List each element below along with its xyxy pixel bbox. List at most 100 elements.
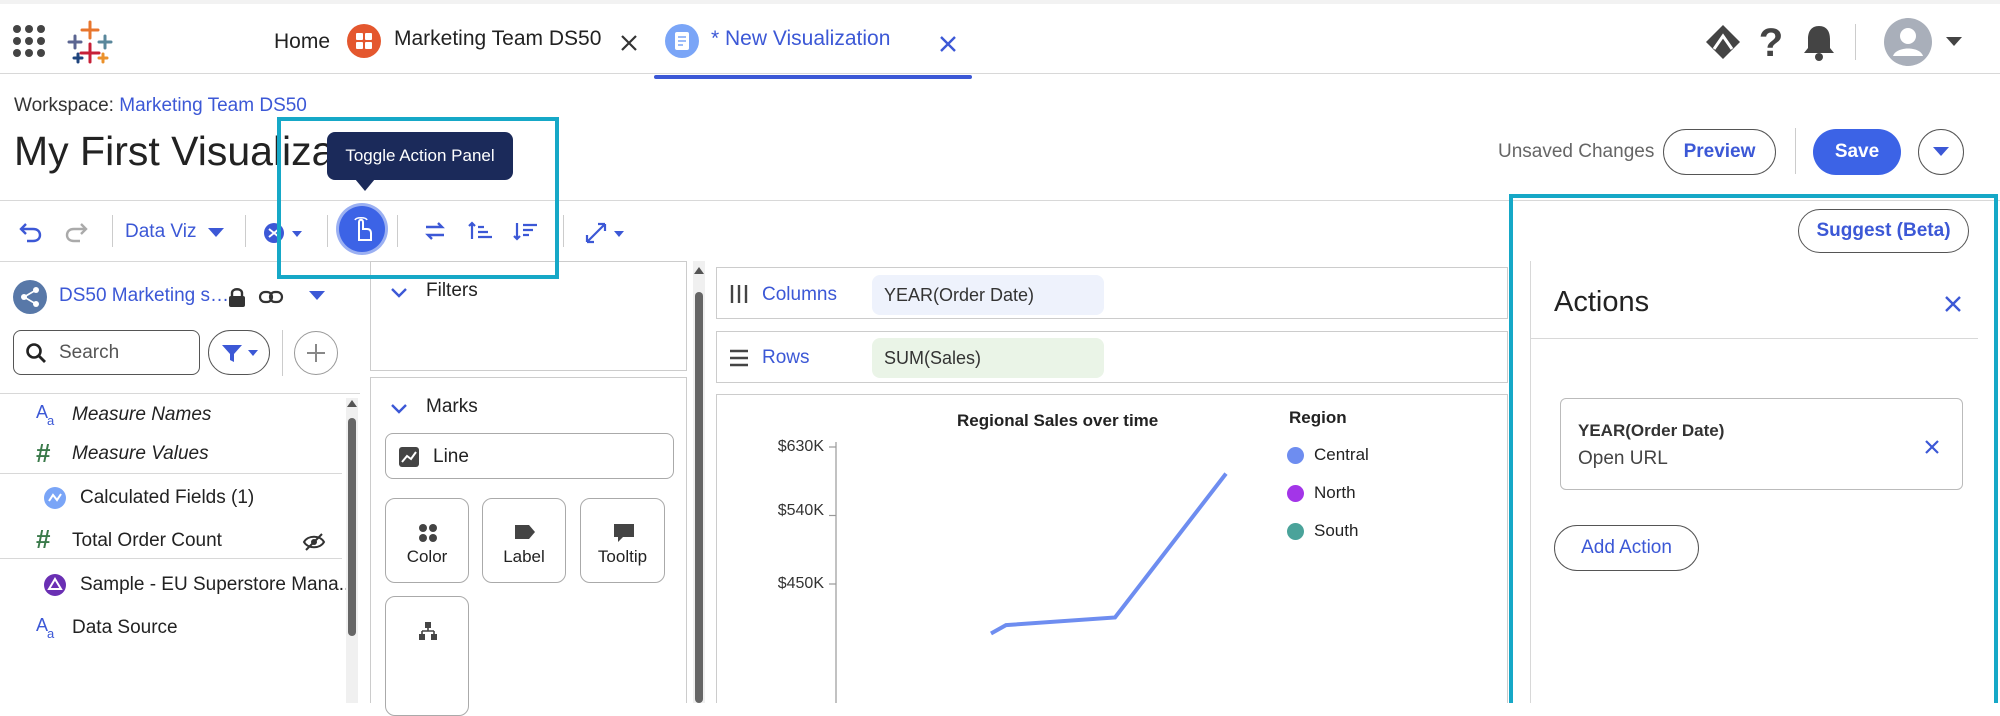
chevron-down-icon[interactable] [390, 287, 408, 299]
redo-icon[interactable] [63, 218, 89, 244]
left-scrollbar-thumb[interactable] [348, 418, 356, 636]
data-viz-menu[interactable]: Data Viz [125, 221, 196, 243]
tab-new-visualization[interactable]: * New Visualization [711, 27, 890, 51]
scroll-up-arrow-icon[interactable] [693, 265, 705, 275]
save-options-button[interactable] [1918, 129, 1964, 175]
undo-icon[interactable] [18, 218, 44, 244]
field-data-source[interactable]: Data Source [72, 617, 178, 639]
workspace-breadcrumb: Workspace: Marketing Team DS50 [14, 95, 307, 117]
rows-shelf[interactable] [716, 331, 1508, 383]
document-icon [665, 24, 699, 58]
chevron-down-icon[interactable] [613, 230, 625, 238]
tooltip-bubble-icon [614, 524, 634, 542]
hidden-eye-icon[interactable] [302, 532, 326, 552]
columns-label: Columns [762, 284, 837, 305]
legend-item[interactable]: North [1314, 483, 1356, 503]
field-sample-eu-superstore[interactable]: Sample - EU Superstore Mana... [80, 574, 355, 596]
color-dots-icon [419, 524, 437, 542]
svg-text:a: a [47, 413, 55, 427]
field-total-order-count[interactable]: Total Order Count [72, 530, 222, 552]
save-button[interactable]: Save [1813, 129, 1901, 175]
highlight-box-toolbar [277, 117, 559, 279]
filters-title[interactable]: Filters [426, 280, 478, 302]
calculated-field-icon [44, 487, 66, 509]
measure-hash-icon: # [36, 441, 51, 465]
workspace-label: Workspace: [14, 95, 114, 116]
highlight-box-actions [1509, 194, 1998, 703]
rows-icon [730, 349, 748, 367]
app-launcher-icon[interactable] [12, 24, 46, 58]
chevron-down-icon[interactable] [390, 403, 408, 415]
middle-scrollbar-thumb[interactable] [695, 292, 703, 703]
label-mark-card[interactable]: Label [482, 498, 566, 583]
mark-type-label: Line [433, 446, 469, 467]
trailhead-icon[interactable] [1703, 22, 1743, 62]
tableau-data-icon [44, 574, 66, 596]
legend-item[interactable]: Central [1314, 445, 1369, 465]
filter-funnel-icon [222, 345, 242, 362]
search-icon [26, 343, 46, 363]
chevron-down-icon[interactable] [1945, 36, 1963, 48]
filter-button[interactable] [208, 330, 270, 375]
series-line-central[interactable] [990, 472, 1228, 636]
detail-mark-card[interactable] [385, 596, 469, 716]
rows-pill[interactable]: SUM(Sales) [872, 338, 1104, 378]
tableau-logo-icon [67, 20, 113, 64]
active-tab-indicator [654, 75, 972, 79]
chevron-down-icon[interactable] [308, 290, 326, 302]
color-mark-card[interactable]: Color [385, 498, 469, 583]
preview-button[interactable]: Preview [1663, 129, 1776, 175]
toolbar-divider [245, 215, 246, 247]
svg-text:#: # [36, 527, 51, 551]
link-icon[interactable] [258, 288, 284, 306]
add-field-button[interactable] [294, 331, 338, 375]
text-field-icon: A a [36, 616, 55, 640]
svg-text:a: a [47, 626, 55, 640]
field-measure-names[interactable]: Measure Names [72, 404, 211, 426]
top-nav: Home Marketing Team DS50 * New Visualiza… [0, 0, 2000, 79]
search-divider [282, 330, 283, 376]
detail-hierarchy-icon [419, 622, 437, 640]
unsaved-changes-status: Unsaved Changes [1498, 141, 1655, 162]
lock-icon [229, 288, 245, 307]
scroll-up-arrow-icon[interactable] [346, 398, 358, 408]
nav-divider [1855, 24, 1856, 60]
chart-plot [829, 442, 1228, 703]
chevron-down-icon[interactable] [207, 227, 225, 239]
columns-pill[interactable]: YEAR(Order Date) [872, 275, 1104, 315]
data-source-name[interactable]: DS50 Marketing s… [59, 285, 229, 307]
field-calculated-fields[interactable]: Calculated Fields (1) [80, 487, 254, 509]
divider [0, 393, 360, 394]
legend-item[interactable]: South [1314, 521, 1358, 541]
search-placeholder: Search [59, 342, 120, 363]
rows-label: Rows [762, 347, 810, 368]
help-icon[interactable]: ? [1756, 22, 1786, 62]
svg-text:#: # [36, 441, 51, 465]
tooltip-mark-card[interactable]: Tooltip [580, 498, 665, 583]
marks-title[interactable]: Marks [426, 396, 478, 418]
divider [0, 558, 342, 559]
color-mark-label: Color [406, 547, 448, 566]
fit-expand-icon[interactable] [584, 221, 610, 245]
svg-text:?: ? [1759, 22, 1783, 62]
workspace-icon [347, 24, 381, 58]
divider [0, 473, 342, 474]
tooltip-mark-label: Tooltip [597, 547, 648, 566]
close-tab-icon[interactable] [939, 35, 957, 53]
workspace-link[interactable]: Marketing Team DS50 [119, 95, 307, 116]
label-tag-icon [515, 525, 535, 539]
toolbar-divider [112, 215, 113, 247]
nav-home[interactable]: Home [274, 30, 330, 54]
text-field-icon: A a [36, 403, 55, 427]
legend-swatch [1287, 485, 1304, 502]
close-tab-icon[interactable] [620, 34, 638, 52]
notifications-bell-icon[interactable] [1800, 22, 1838, 62]
mark-type-select[interactable]: Line [385, 433, 674, 479]
toolbar-divider [563, 215, 564, 247]
avatar[interactable] [1884, 18, 1932, 66]
legend-swatch [1287, 447, 1304, 464]
plus-icon [307, 344, 325, 362]
columns-icon [730, 285, 748, 303]
field-measure-values[interactable]: Measure Values [72, 443, 209, 465]
tab-marketing-team[interactable]: Marketing Team DS50 [394, 27, 601, 51]
